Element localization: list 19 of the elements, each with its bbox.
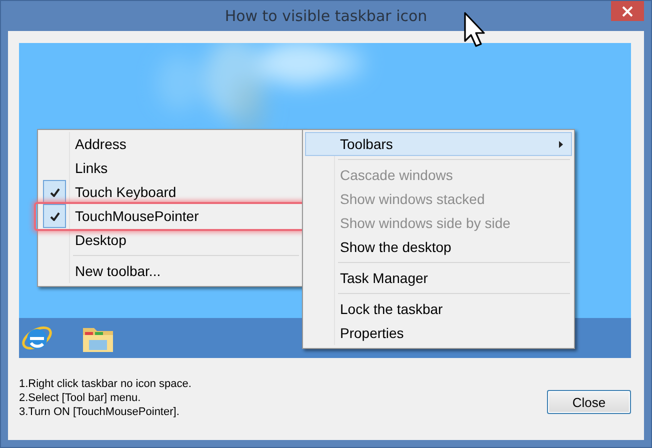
menu-item[interactable]: Links [40, 156, 301, 180]
instruction-text: 2.Select [Tool bar] menu. [19, 391, 142, 405]
menu-item[interactable]: Properties [305, 321, 572, 345]
close-button[interactable]: Close [547, 390, 631, 414]
menu-item[interactable]: Touch Keyboard [40, 180, 301, 204]
submenu-arrow-icon [559, 141, 563, 148]
menu-item[interactable]: TouchMousePointer [40, 204, 301, 228]
menu-item[interactable]: Toolbars [305, 132, 572, 156]
menu-item[interactable]: New toolbar... [40, 259, 301, 283]
menu-item[interactable]: Lock the taskbar [305, 297, 572, 321]
close-window-button[interactable] [611, 1, 644, 21]
window-title: How to visible taskbar icon [224, 7, 428, 25]
instruction-text: 3.Turn ON [TouchMousePointer]. [19, 405, 180, 419]
menu-item[interactable]: Desktop [40, 228, 301, 252]
menu-item[interactable]: Address [40, 132, 301, 156]
close-icon [622, 6, 633, 16]
menu-item[interactable]: Task Manager [305, 266, 572, 290]
menu-item[interactable]: Show the desktop [305, 235, 572, 259]
instruction-text: 1.Right click taskbar no icon space. [19, 377, 192, 391]
